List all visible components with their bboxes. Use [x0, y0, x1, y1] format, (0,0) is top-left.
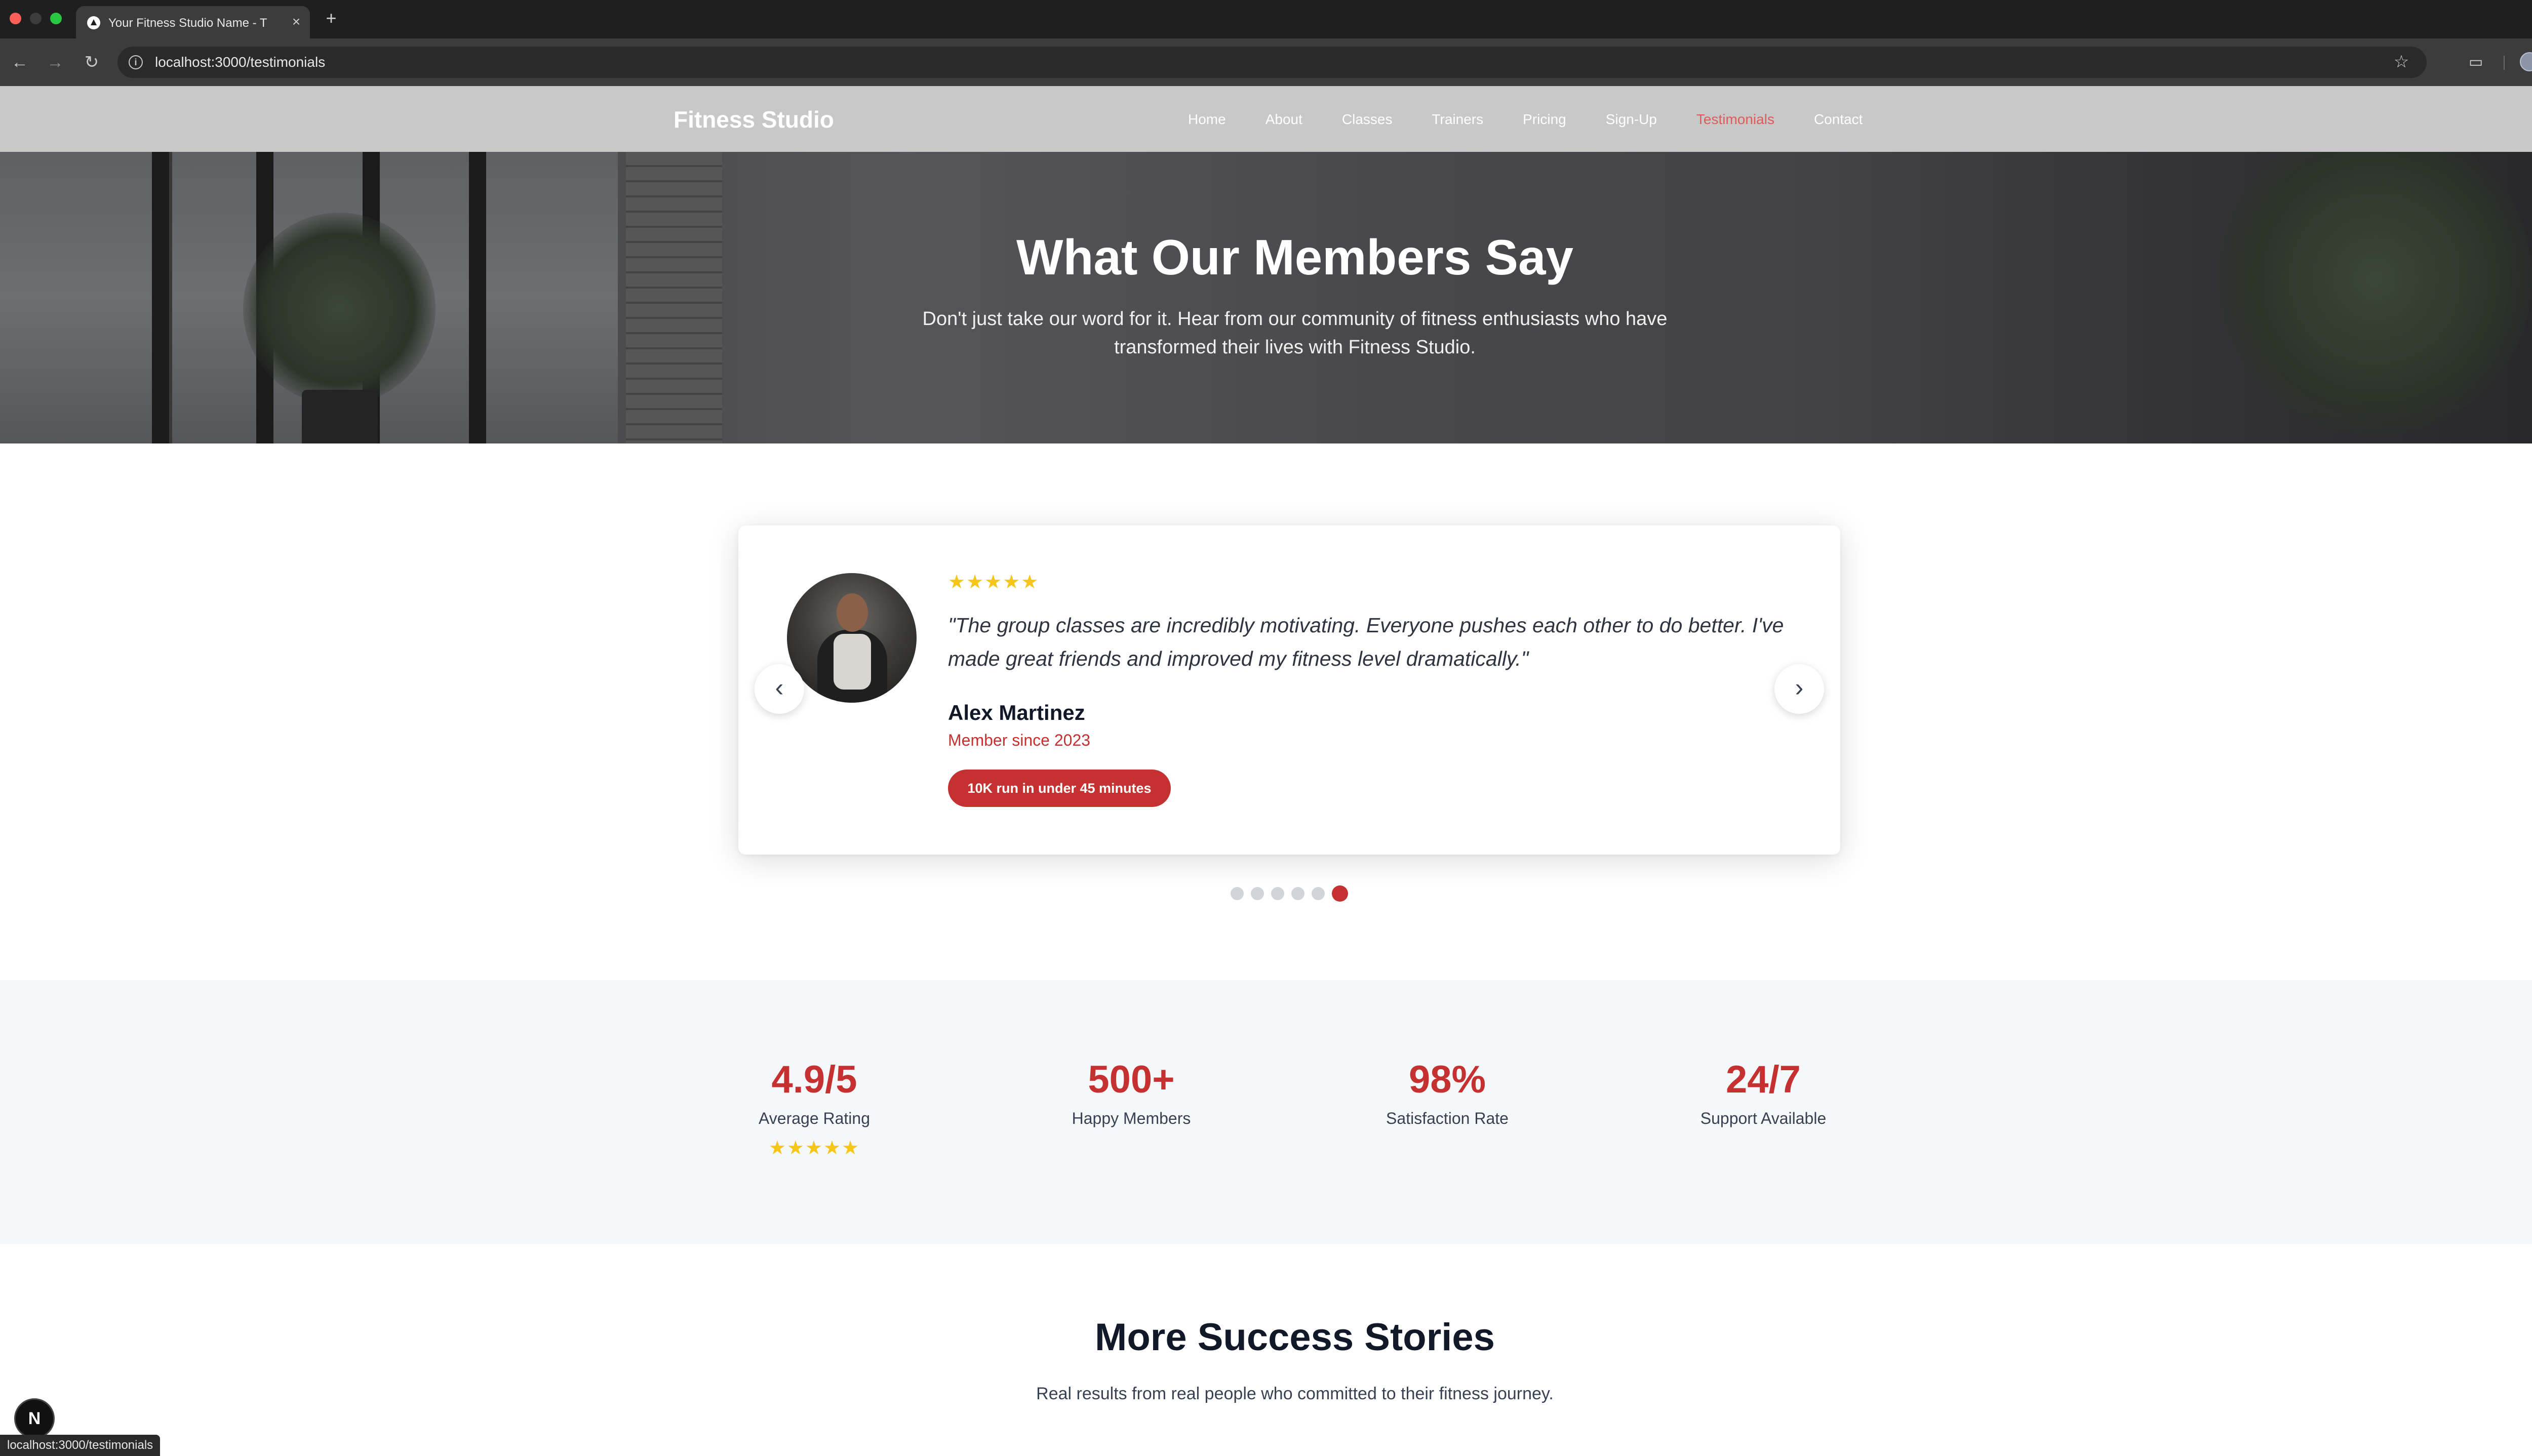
stat-label: Support Available	[1700, 1109, 1827, 1127]
stat-value: 24/7	[1726, 1058, 1801, 1101]
stat-label: Happy Members	[1072, 1109, 1191, 1127]
nav-link-pricing[interactable]: Pricing	[1523, 109, 1566, 130]
browser-tab[interactable]: Your Fitness Studio Name - T ×	[76, 6, 310, 38]
section-subtitle: Real results from real people who commit…	[1036, 1384, 1554, 1403]
favicon-icon	[87, 16, 100, 29]
stat-satisfaction-rate: 98% Satisfaction Rate	[1316, 1057, 1579, 1129]
forward-arrow-icon[interactable]: →	[44, 51, 67, 74]
toolbar-divider	[2504, 56, 2505, 70]
close-window-button[interactable]	[10, 13, 21, 24]
carousel-dot[interactable]	[1251, 887, 1264, 900]
hero-banner: What Our Members Say Don't just take our…	[0, 152, 2532, 443]
achievement-badge: 10K run in under 45 minutes	[948, 770, 1171, 807]
nav-link-home[interactable]: Home	[1188, 109, 1226, 130]
carousel-dots	[1231, 885, 1348, 902]
address-bar[interactable]: i localhost:3000/testimonials ☆	[117, 47, 2427, 78]
nav-link-contact[interactable]: Contact	[1814, 109, 1863, 130]
avatar-head	[837, 593, 868, 632]
member-name: Alex Martinez	[948, 701, 1085, 724]
stat-value: 4.9/5	[771, 1058, 857, 1101]
bookmark-star-icon[interactable]: ☆	[2391, 52, 2411, 72]
nextjs-dev-badge[interactable]: N	[14, 1398, 55, 1439]
avatar-towel	[834, 634, 871, 690]
testimonial-card	[738, 525, 1840, 855]
site-navbar: Fitness Studio Home About Classes Traine…	[0, 86, 2532, 152]
maximize-window-button[interactable]	[50, 13, 62, 24]
url-text[interactable]: localhost:3000/testimonials	[155, 54, 325, 70]
rating-stars: ★★★★★	[948, 572, 1040, 593]
reload-icon[interactable]: ↻	[80, 51, 103, 74]
stats-section: 4.9/5 Average Rating ★★★★★ 500+ Happy Me…	[0, 980, 2532, 1244]
stat-label: Average Rating	[759, 1109, 870, 1127]
carousel-dot[interactable]	[1312, 887, 1325, 900]
nav-link-about[interactable]: About	[1265, 109, 1302, 130]
carousel-next-button[interactable]: ›	[1774, 664, 1824, 714]
browser-tab-bar: Your Fitness Studio Name - T × +	[0, 0, 2532, 38]
hero-subtitle: Don't just take our word for it. Hear fr…	[922, 308, 1668, 358]
cast-icon[interactable]: ▭	[2464, 51, 2487, 74]
stat-label: Satisfaction Rate	[1386, 1109, 1509, 1127]
stat-average-rating: 4.9/5 Average Rating ★★★★★	[683, 1057, 946, 1158]
member-avatar	[787, 573, 917, 703]
nav-link-classes[interactable]: Classes	[1342, 109, 1393, 130]
site-info-icon[interactable]: i	[129, 55, 143, 69]
stat-value: 500+	[1088, 1058, 1175, 1101]
stat-support-available: 24/7 Support Available	[1632, 1057, 1895, 1129]
carousel-dot[interactable]	[1271, 887, 1284, 900]
nav-link-trainers[interactable]: Trainers	[1432, 109, 1483, 130]
carousel-prev-button[interactable]: ‹	[755, 664, 804, 714]
brand-logo[interactable]: Fitness Studio	[674, 106, 834, 133]
member-since: Member since 2023	[948, 731, 1091, 749]
nav-link-testimonials[interactable]: Testimonials	[1696, 109, 1774, 130]
carousel-dot[interactable]	[1231, 887, 1244, 900]
stat-value: 98%	[1408, 1058, 1486, 1101]
section-title: More Success Stories	[1095, 1316, 1495, 1359]
hero-overlay	[0, 152, 2532, 443]
testimonial-quote: "The group classes are incredibly motiva…	[948, 614, 1784, 670]
page-title: What Our Members Say	[1016, 229, 1574, 285]
nav-links: Home About Classes Trainers Pricing Sign…	[1188, 109, 1863, 130]
tab-close-icon[interactable]: ×	[288, 13, 305, 30]
tab-title: Your Fitness Studio Name - T	[108, 16, 267, 30]
rating-stars: ★★★★★	[768, 1138, 860, 1159]
carousel-dot-active[interactable]	[1332, 885, 1348, 902]
carousel-dot[interactable]	[1291, 887, 1304, 900]
stat-happy-members: 500+ Happy Members	[1000, 1057, 1263, 1129]
status-bar-url: localhost:3000/testimonials	[0, 1435, 161, 1456]
browser-toolbar: ← → ↻ i localhost:3000/testimonials ☆ ▭ …	[0, 38, 2532, 86]
minimize-window-button[interactable]	[30, 13, 42, 24]
back-arrow-icon[interactable]: ←	[8, 51, 31, 74]
new-tab-button[interactable]: +	[321, 8, 341, 28]
nav-link-sign-up[interactable]: Sign-Up	[1606, 109, 1657, 130]
